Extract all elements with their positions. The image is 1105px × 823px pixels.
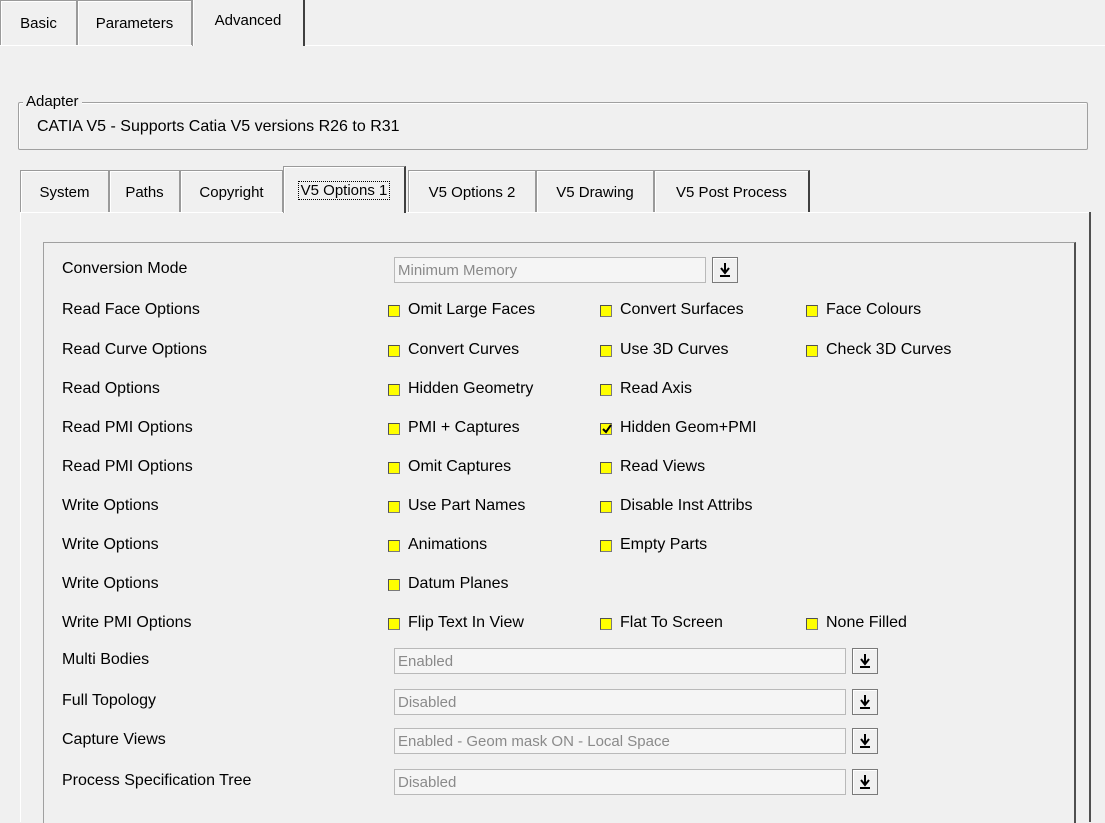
tab-label: Copyright [199, 184, 264, 201]
checkbox-use-3d-curves[interactable] [600, 345, 612, 357]
option-label-full-topology: Full Topology [62, 692, 156, 709]
checkbox-disable-inst-attribs[interactable] [600, 501, 612, 513]
tab-label: V5 Options 2 [428, 184, 516, 201]
checkbox-convert-surfaces[interactable] [600, 305, 612, 317]
tab-parameters[interactable]: Parameters [77, 0, 192, 45]
checkbox-label: Face Colours [826, 301, 922, 318]
checkbox-omit-large-faces[interactable] [388, 305, 400, 317]
tab-v5-drawing[interactable]: V5 Drawing [536, 170, 654, 212]
checkbox-datum-planes[interactable] [388, 579, 400, 591]
checkbox-label: None Filled [826, 614, 907, 631]
checkbox-label: Convert Curves [408, 341, 520, 358]
combo-process-specification-tree[interactable]: Disabled [394, 769, 846, 795]
combo-full-topology[interactable]: Disabled [394, 689, 846, 715]
checkbox-omit-captures[interactable] [388, 462, 400, 474]
checkbox-pmi-captures[interactable] [388, 423, 400, 435]
checkbox-label: Hidden Geometry [408, 380, 534, 397]
tab-label: V5 Options 1 [297, 181, 391, 200]
checkbox-label: Datum Planes [408, 575, 509, 592]
option-label-read-curve-options: Read Curve Options [62, 341, 207, 358]
tab-system[interactable]: System [20, 170, 109, 212]
option-label-write-pmi-options: Write PMI Options [62, 614, 192, 631]
checkbox-empty-parts[interactable] [600, 540, 612, 552]
tab-advanced[interactable]: Advanced [192, 0, 305, 46]
checkbox-label: Use Part Names [408, 497, 526, 514]
checkbox-none-filled[interactable] [806, 618, 818, 630]
adapter-legend: Adapter [23, 93, 82, 110]
option-label-read-face-options: Read Face Options [62, 301, 200, 318]
tab-label: Basic [20, 15, 57, 32]
checkbox-label: Disable Inst Attribs [620, 497, 753, 514]
option-label-read-pmi-options: Read PMI Options [62, 419, 193, 436]
dropdown-arrow-icon[interactable] [712, 257, 738, 283]
checkbox-label: Read Views [620, 458, 706, 475]
tab-v5-options-1[interactable]: V5 Options 1 [283, 166, 406, 213]
tab-label: Advanced [214, 12, 282, 29]
checkbox-face-colours[interactable] [806, 305, 818, 317]
option-label-write-options: Write Options [62, 575, 159, 592]
checkbox-label: Flat To Screen [620, 614, 723, 631]
checkbox-animations[interactable] [388, 540, 400, 552]
checkbox-label: Use 3D Curves [620, 341, 729, 358]
tab-paths[interactable]: Paths [109, 170, 180, 212]
checkbox-label: Convert Surfaces [620, 301, 744, 318]
combo-multi-bodies[interactable]: Enabled [394, 648, 846, 674]
checkbox-use-part-names[interactable] [388, 501, 400, 513]
option-label-multi-bodies: Multi Bodies [62, 651, 150, 668]
option-label-capture-views: Capture Views [62, 731, 166, 748]
checkbox-flip-text-in-view[interactable] [388, 618, 400, 630]
checkbox-label: Omit Captures [408, 458, 512, 475]
checkbox-flat-to-screen[interactable] [600, 618, 612, 630]
option-label-read-pmi-options: Read PMI Options [62, 458, 193, 475]
dropdown-arrow-icon[interactable] [852, 769, 878, 795]
checkmark-icon [602, 420, 612, 437]
checkbox-label: PMI + Captures [408, 419, 520, 436]
dropdown-arrow-icon[interactable] [852, 648, 878, 674]
dropdown-arrow-icon[interactable] [852, 689, 878, 715]
tab-label: V5 Post Process [676, 184, 787, 201]
checkbox-convert-curves[interactable] [388, 345, 400, 357]
option-label-read-options: Read Options [62, 380, 160, 397]
adapter-description: CATIA V5 - Supports Catia V5 versions R2… [37, 118, 400, 135]
checkbox-label: Check 3D Curves [826, 341, 952, 358]
checkbox-read-axis[interactable] [600, 384, 612, 396]
tab-basic[interactable]: Basic [0, 0, 77, 45]
checkbox-hidden-geometry[interactable] [388, 384, 400, 396]
tab-v5-options-2[interactable]: V5 Options 2 [408, 170, 536, 212]
checkbox-hidden-geom-pmi[interactable] [600, 423, 612, 435]
checkbox-label: Read Axis [620, 380, 693, 397]
tab-label: Parameters [95, 15, 174, 32]
option-label-process-specification-tree: Process Specification Tree [62, 772, 252, 789]
checkbox-label: Omit Large Faces [408, 301, 536, 318]
checkbox-check-3d-curves[interactable] [806, 345, 818, 357]
option-label-conversion-mode: Conversion Mode [62, 260, 188, 277]
option-label-write-options: Write Options [62, 536, 159, 553]
tab-label: V5 Drawing [556, 184, 634, 201]
tab-copyright[interactable]: Copyright [180, 170, 283, 212]
checkbox-label: Hidden Geom+PMI [620, 419, 757, 436]
tab-v5-post-process[interactable]: V5 Post Process [654, 170, 810, 212]
tab-label: System [39, 184, 90, 201]
checkbox-label: Empty Parts [620, 536, 708, 553]
option-label-write-options: Write Options [62, 497, 159, 514]
checkbox-label: Animations [408, 536, 488, 553]
combo-conversion-mode[interactable]: Minimum Memory [394, 257, 706, 283]
checkbox-read-views[interactable] [600, 462, 612, 474]
tab-label: Paths [125, 184, 164, 201]
checkbox-label: Flip Text In View [408, 614, 524, 631]
combo-capture-views[interactable]: Enabled - Geom mask ON - Local Space [394, 728, 846, 754]
dropdown-arrow-icon[interactable] [852, 728, 878, 754]
